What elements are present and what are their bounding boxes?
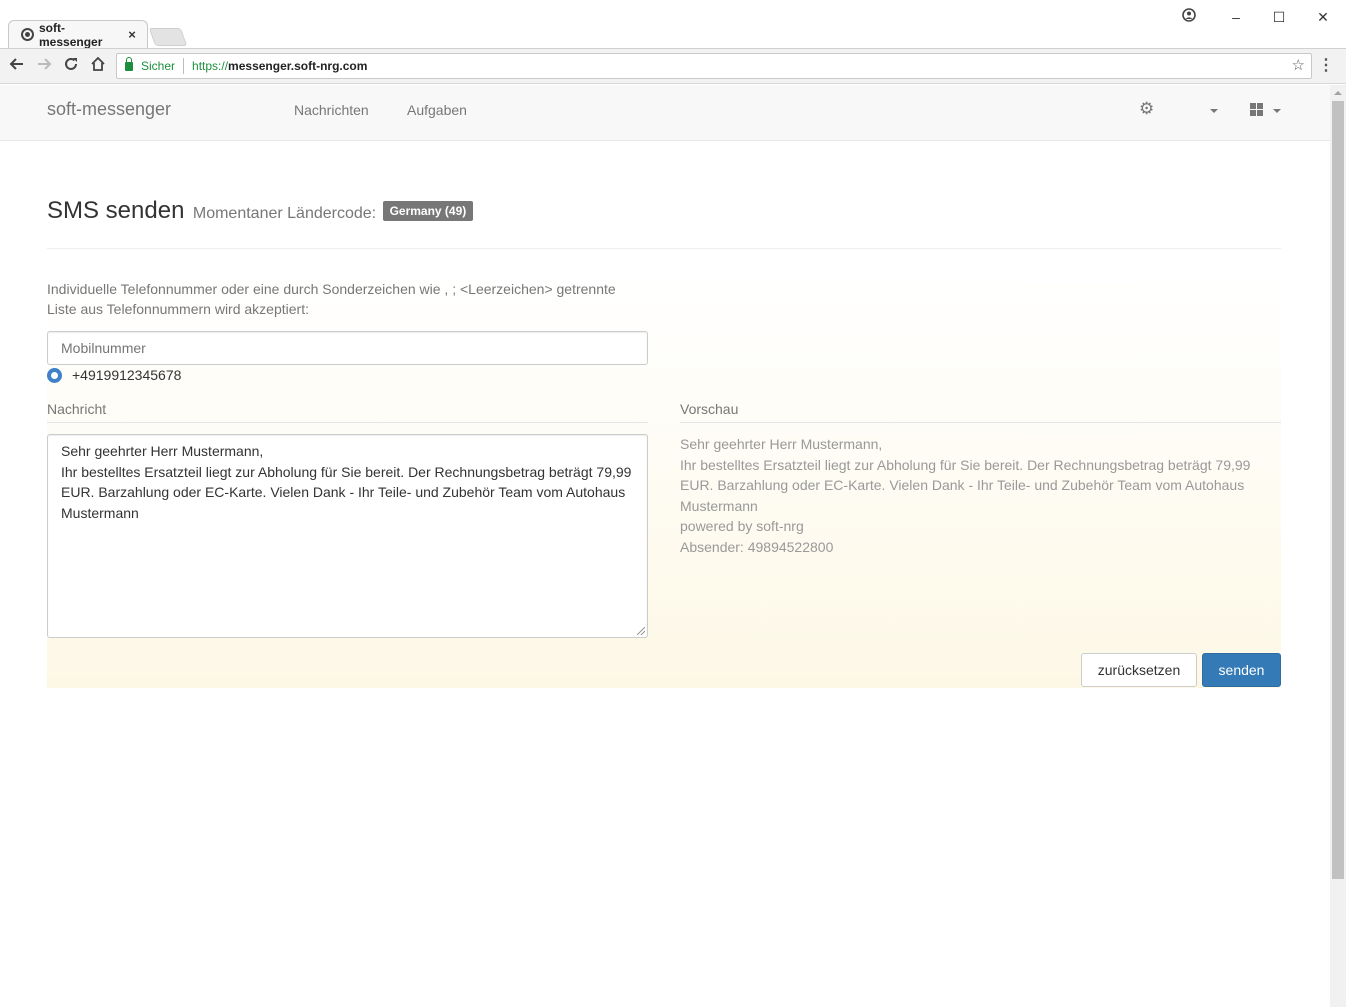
apps-dropdown-caret-icon[interactable] (1273, 109, 1281, 113)
forward-arrow-icon[interactable] (34, 56, 54, 76)
recipient-option[interactable]: +4919912345678 (47, 367, 181, 383)
browser-menu-icon[interactable]: ⋮ (1318, 56, 1334, 76)
page-subtitle: Momentaner Ländercode: (192, 205, 377, 222)
recipient-number: +4919912345678 (72, 367, 182, 383)
lock-icon (125, 56, 133, 71)
app-brand[interactable]: soft-messenger (47, 99, 171, 120)
nav-link-nachrichten[interactable]: Nachrichten (294, 102, 369, 118)
mobile-number-input[interactable] (47, 331, 648, 365)
tab-close-icon[interactable]: × (125, 27, 139, 42)
message-label: Nachricht (47, 401, 648, 423)
country-code-badge: Germany (49) (382, 201, 474, 221)
browser-titlebar: soft-messenger × – ☐ ✕ (0, 0, 1346, 49)
preview-line: Sehr geehrter Herr Mustermann, (680, 436, 883, 452)
browser-toolbar: Sicher https:// messenger.soft-nrg.com ☆… (0, 48, 1346, 84)
app-navbar: soft-messenger Nachrichten Aufgaben ⚙ (0, 85, 1330, 141)
sms-preview: Sehr geehrter Herr Mustermann, Ihr beste… (680, 434, 1281, 557)
back-arrow-icon[interactable] (7, 56, 27, 76)
send-button[interactable]: senden (1202, 653, 1281, 687)
scroll-up-arrow-icon[interactable] (1334, 91, 1342, 95)
new-tab-button[interactable] (148, 28, 188, 46)
settings-gear-icon[interactable]: ⚙ (1139, 99, 1154, 119)
tab-title: soft-messenger (39, 20, 103, 49)
url-host: messenger.soft-nrg.com (228, 59, 368, 73)
message-text: Sehr geehrter Herr Mustermann, Ihr beste… (61, 443, 632, 521)
profile-icon[interactable] (1177, 6, 1201, 28)
url-scheme: https:// (192, 59, 229, 73)
address-bar[interactable]: Sicher https:// messenger.soft-nrg.com ☆ (116, 53, 1312, 79)
close-window-button[interactable]: ✕ (1311, 6, 1335, 28)
maximize-button[interactable]: ☐ (1267, 6, 1291, 28)
resize-grip-icon[interactable] (637, 627, 645, 635)
page-viewport: soft-messenger Nachrichten Aufgaben ⚙ SM… (0, 85, 1346, 1007)
minimize-button[interactable]: – (1224, 6, 1248, 28)
user-dropdown-caret-icon[interactable] (1210, 109, 1218, 113)
address-separator (183, 58, 185, 74)
scrollbar-thumb[interactable] (1332, 101, 1344, 879)
message-textarea[interactable]: Sehr geehrter Herr Mustermann, Ihr beste… (47, 434, 648, 638)
reload-icon[interactable] (61, 56, 81, 76)
page-scrollbar[interactable] (1330, 85, 1346, 1007)
page-title: SMS senden (47, 197, 185, 224)
phone-help-text: Individuelle Telefonnummer oder eine dur… (47, 281, 616, 317)
bookmark-star-icon[interactable]: ☆ (1292, 54, 1305, 78)
site-favicon-icon (21, 28, 34, 41)
home-icon[interactable] (88, 56, 108, 76)
nav-link-aufgaben[interactable]: Aufgaben (407, 102, 467, 118)
browser-tab[interactable]: soft-messenger × (8, 20, 148, 49)
page-header: SMS senden Momentaner Ländercode: German… (47, 197, 1281, 249)
security-label: Sicher (141, 59, 176, 73)
apps-grid-icon[interactable] (1250, 103, 1264, 116)
preview-line: Absender: 49894522800 (680, 538, 834, 555)
preview-label: Vorschau (680, 401, 1281, 423)
preview-line: Ihr bestelltes Ersatzteil liegt zur Abho… (680, 456, 1251, 514)
recipient-radio[interactable] (47, 367, 62, 383)
preview-line: powered by soft-nrg (680, 518, 804, 534)
reset-button[interactable]: zurücksetzen (1081, 653, 1197, 687)
